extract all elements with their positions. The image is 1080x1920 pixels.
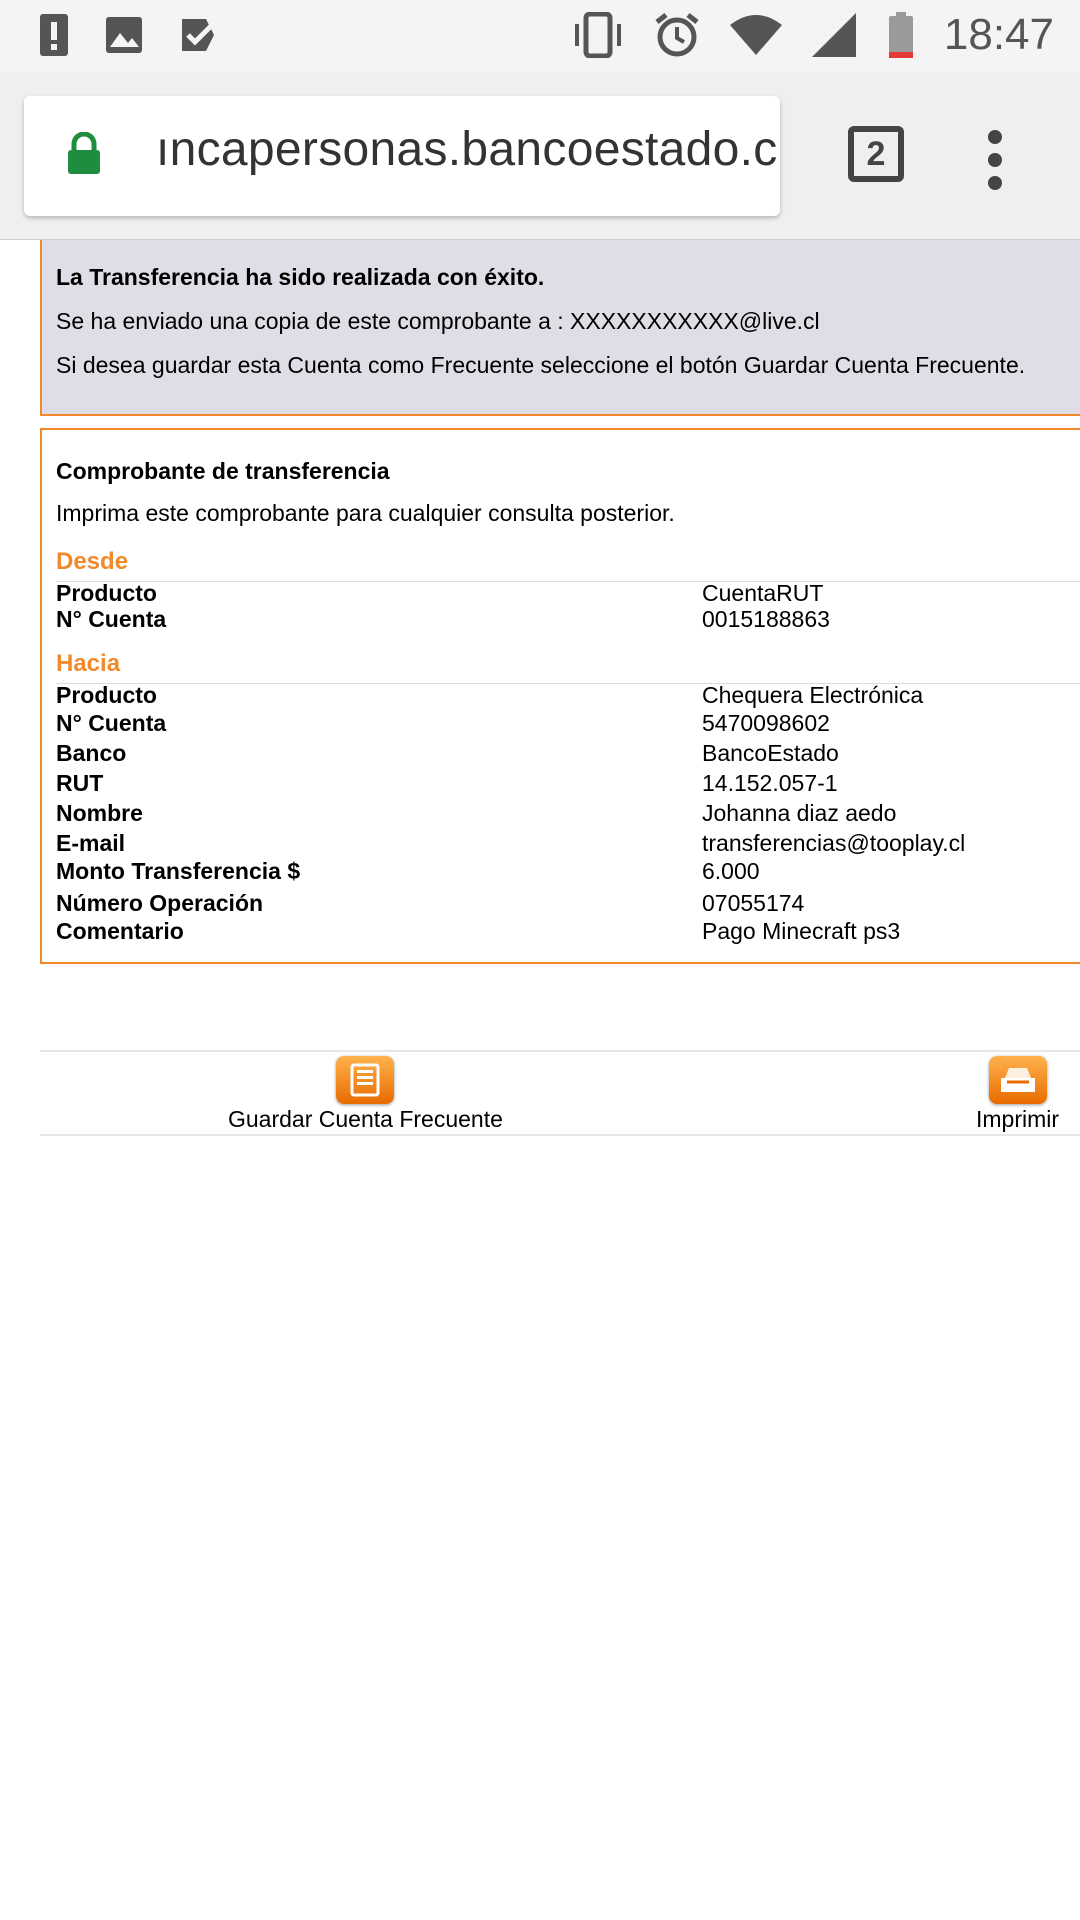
print-button[interactable]: Imprimir — [976, 1056, 1059, 1133]
row-label: E-mail — [56, 830, 126, 856]
row-label: Monto Transferencia $ — [56, 858, 301, 884]
receipt-row: Número Operación 07055174 — [56, 890, 1080, 918]
row-value: 14.152.057-1 — [702, 770, 838, 796]
browser-toolbar: ıncapersonas.bancoestado.cl 2 — [0, 72, 1080, 240]
section-desde: Desde — [56, 548, 129, 575]
receipt-subtitle: Imprima este comprobante para cualquier … — [56, 500, 675, 526]
row-value: Pago Minecraft ps3 — [702, 918, 901, 944]
receipt-row: Nombre Johanna diaz aedo — [56, 800, 1080, 828]
receipt-row: Monto Transferencia $ 6.000 — [56, 858, 1080, 886]
url-text[interactable]: ıncapersonas.bancoestado.cl — [156, 122, 780, 177]
actions-bar: Guardar Cuenta Frecuente Imprimir — [40, 1050, 1080, 1136]
receipt-title: Comprobante de transferencia — [56, 458, 390, 484]
success-message-panel: La Transferencia ha sido realizada con é… — [40, 240, 1080, 416]
url-bar[interactable]: ıncapersonas.bancoestado.cl — [24, 96, 780, 216]
row-label: N° Cuenta — [56, 606, 167, 632]
row-value: CuentaRUT — [702, 580, 824, 606]
image-icon — [106, 17, 142, 53]
row-label: Número Operación — [56, 890, 264, 916]
task-check-icon — [182, 19, 218, 51]
row-value: 07055174 — [702, 890, 805, 916]
receipt-row: Producto CuentaRUT — [56, 580, 1080, 608]
receipt-row: Producto Chequera Electrónica — [56, 682, 1080, 710]
row-label: Comentario — [56, 918, 184, 944]
clock-time: 18:47 — [943, 10, 1054, 59]
copy-sent-message: Se ha enviado una copia de este comproba… — [56, 308, 820, 334]
receipt-row: E-mail transferencias@tooplay.cl — [56, 830, 1080, 858]
vibrate-icon — [574, 12, 621, 58]
save-frequent-label[interactable]: Guardar Cuenta Frecuente — [228, 1106, 503, 1132]
transfer-receipt: Comprobante de transferencia Imprima est… — [40, 428, 1080, 964]
print-label[interactable]: Imprimir — [976, 1106, 1059, 1132]
tab-switcher-button[interactable]: 2 — [848, 126, 904, 182]
row-value: BancoEstado — [702, 740, 839, 766]
row-value: Chequera Electrónica — [702, 682, 924, 708]
receipt-row: N° Cuenta 5470098602 — [56, 710, 1080, 738]
wifi-icon — [729, 15, 782, 55]
lock-icon — [68, 132, 100, 174]
save-frequent-account-button[interactable]: Guardar Cuenta Frecuente — [228, 1056, 503, 1133]
receipt-row: RUT 14.152.057-1 — [56, 770, 1080, 798]
success-title: La Transferencia ha sido realizada con é… — [56, 264, 545, 290]
receipt-row: N° Cuenta 0015188863 — [56, 606, 1080, 634]
section-hacia: Hacia — [56, 650, 121, 677]
overflow-menu-icon[interactable] — [988, 130, 1004, 190]
status-bar: 18:47 — [0, 0, 1080, 72]
row-label: Producto — [56, 682, 157, 708]
receipt-row: Comentario Pago Minecraft ps3 — [56, 918, 1080, 946]
row-label: Nombre — [56, 800, 143, 826]
receipt-row: Banco BancoEstado — [56, 740, 1080, 768]
row-label: N° Cuenta — [56, 710, 167, 736]
row-value: 5470098602 — [702, 710, 830, 736]
row-label: Producto — [56, 580, 157, 606]
save-frequent-hint: Si desea guardar esta Cuenta como Frecue… — [56, 352, 1026, 378]
battery-icon — [888, 12, 913, 58]
alarm-icon — [655, 13, 699, 57]
signal-icon — [811, 13, 856, 57]
printer-icon — [988, 1056, 1047, 1104]
row-value: transferencias@tooplay.cl — [702, 830, 966, 856]
save-disk-icon — [336, 1056, 395, 1104]
row-value: 6.000 — [702, 858, 760, 884]
alert-icon — [40, 14, 68, 56]
row-label: RUT — [56, 770, 104, 796]
row-label: Banco — [56, 740, 127, 766]
row-value: 0015188863 — [702, 606, 830, 632]
row-value: Johanna diaz aedo — [702, 800, 897, 826]
